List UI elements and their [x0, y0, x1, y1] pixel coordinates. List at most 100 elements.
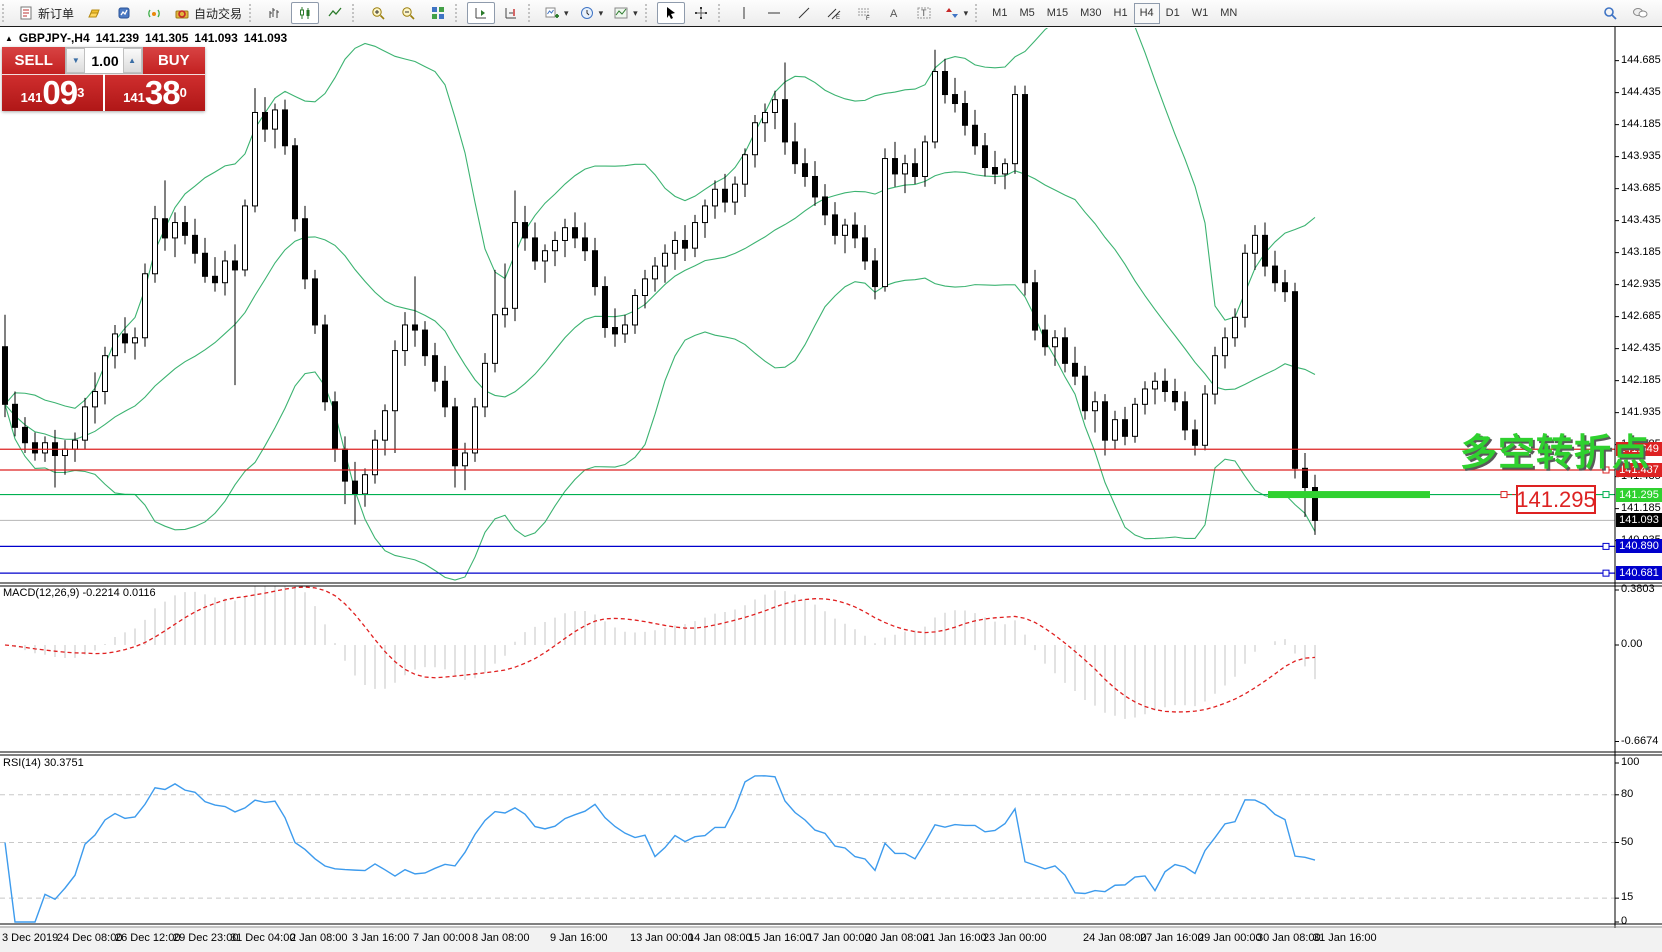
buy-price-sup: 0	[180, 78, 187, 108]
price-tag-label[interactable]: 141.295	[1516, 485, 1596, 514]
toolbar-grip	[2, 4, 11, 22]
cursor-button[interactable]	[657, 2, 685, 24]
bid-price-tag: 141.093	[1616, 513, 1662, 527]
gold-button[interactable]	[80, 2, 108, 24]
arrows-button[interactable]: ▾	[940, 2, 973, 24]
timeframe-button-M1[interactable]: M1	[986, 3, 1013, 24]
chart-canvas[interactable]	[0, 0, 1662, 952]
chat-button[interactable]	[1626, 2, 1654, 24]
time-axis-label: 26 Dec 12:00	[115, 932, 180, 944]
new-order-button[interactable]: 新订单	[14, 2, 78, 24]
hline-price-tag-140.681: 140.681	[1616, 566, 1662, 580]
text-icon: A	[886, 5, 902, 21]
channel-button[interactable]: E	[820, 2, 848, 24]
text-button[interactable]: A	[880, 2, 908, 24]
indicators-icon	[544, 5, 560, 21]
time-axis-label: 29 Dec 23:00	[173, 932, 238, 944]
fibonacci-button[interactable]: F	[850, 2, 878, 24]
svg-text:A: A	[890, 8, 898, 20]
periods-caret: ▾	[599, 8, 604, 19]
time-axis-label: 21 Jan 16:00	[923, 932, 987, 944]
sell-price-prefix: 141	[21, 87, 43, 109]
timeframe-button-D1[interactable]: D1	[1160, 3, 1186, 24]
zoom-out-button[interactable]	[394, 2, 422, 24]
auto-trading-icon	[174, 5, 190, 21]
buy-button[interactable]: BUY	[143, 47, 205, 74]
price-axis-tick: 143.685	[1621, 182, 1661, 194]
equidistant-channel-icon: E	[826, 5, 842, 21]
sell-price-big: 09	[42, 76, 77, 109]
bar-chart-icon	[267, 5, 283, 21]
search-button[interactable]	[1596, 2, 1624, 24]
line-chart-button[interactable]	[321, 2, 349, 24]
templates-caret: ▾	[633, 8, 638, 19]
volume-decrease-button[interactable]: ▼	[66, 48, 85, 73]
rsi-axis-tick: 100	[1621, 756, 1639, 768]
time-axis-label: 9 Jan 16:00	[550, 932, 608, 944]
buy-price-display[interactable]: 141380	[105, 74, 205, 111]
toolbar-grip	[528, 4, 537, 22]
auto-trading-button[interactable]: 自动交易	[170, 2, 246, 24]
timeframe-button-M30[interactable]: M30	[1074, 3, 1107, 24]
time-axis-label: 17 Jan 00:00	[807, 932, 871, 944]
hline-price-tag-141.295: 141.295	[1616, 488, 1662, 502]
auto-scroll-button[interactable]	[467, 2, 495, 24]
chat-icon	[1632, 5, 1648, 21]
candlestick-chart-button[interactable]	[291, 2, 319, 24]
zoom-in-button[interactable]	[364, 2, 392, 24]
vertical-line-icon	[736, 5, 752, 21]
timeframe-button-M5[interactable]: M5	[1013, 3, 1040, 24]
time-axis-label: 27 Jan 16:00	[1140, 932, 1204, 944]
time-axis-label: 23 Jan 00:00	[983, 932, 1047, 944]
time-axis-label: 20 Jan 08:00	[865, 932, 929, 944]
chart-shift-button[interactable]	[497, 2, 525, 24]
macd-axis-tick: 0.00	[1621, 638, 1642, 650]
cursor-icon	[663, 5, 679, 21]
indicators-button[interactable]: ▾	[540, 2, 573, 24]
rsi-axis-tick: 50	[1621, 836, 1633, 848]
text-label-button[interactable]: T	[910, 2, 938, 24]
rsi-indicator-label: RSI(14) 30.3751	[3, 757, 84, 769]
trendline-button[interactable]	[790, 2, 818, 24]
price-axis-tick: 142.435	[1621, 342, 1661, 354]
time-axis-label: 31 Jan 16:00	[1313, 932, 1377, 944]
templates-button[interactable]: ▾	[609, 2, 642, 24]
turning-point-annotation[interactable]: 多空转折点	[1460, 422, 1650, 476]
svg-text:F: F	[866, 16, 870, 21]
crosshair-button[interactable]	[687, 2, 715, 24]
time-axis-label: 15 Jan 16:00	[748, 932, 812, 944]
buy-price-prefix: 141	[123, 87, 145, 109]
time-axis[interactable]: 3 Dec 201924 Dec 08:0026 Dec 12:0029 Dec…	[0, 928, 1662, 952]
hline-price-tag-140.890: 140.890	[1616, 539, 1662, 553]
ohlc-low: 141.093	[194, 31, 237, 45]
timeframe-button-H4[interactable]: H4	[1134, 3, 1160, 24]
sell-price-display[interactable]: 141093	[2, 74, 103, 111]
timeframe-button-MN[interactable]: MN	[1214, 3, 1243, 24]
timeframe-button-W1[interactable]: W1	[1186, 3, 1215, 24]
horizontal-line-button[interactable]	[760, 2, 788, 24]
sell-price-sup: 3	[77, 78, 84, 108]
tile-windows-button[interactable]	[424, 2, 452, 24]
bar-chart-button[interactable]	[261, 2, 289, 24]
time-axis-label: 13 Jan 00:00	[630, 932, 694, 944]
time-axis-label: 30 Jan 08:00	[1257, 932, 1321, 944]
collapse-triangle-icon[interactable]: ▲	[5, 34, 13, 43]
volume-value[interactable]: 1.00	[85, 48, 122, 73]
text-label-icon: T	[916, 5, 932, 21]
price-axis-tick: 143.185	[1621, 246, 1661, 258]
market-button[interactable]	[110, 2, 138, 24]
time-axis-label: 2 Jan 08:00	[290, 932, 348, 944]
ohlc-open: 141.239	[96, 31, 139, 45]
price-axis-tick: 144.685	[1621, 54, 1661, 66]
timeframe-button-H1[interactable]: H1	[1108, 3, 1134, 24]
toolbar-grip	[455, 4, 464, 22]
timeframe-button-M15[interactable]: M15	[1041, 3, 1074, 24]
periods-button[interactable]: ▾	[575, 2, 608, 24]
vertical-line-button[interactable]	[730, 2, 758, 24]
macd-axis-tick: -0.6674	[1621, 735, 1658, 747]
signals-button[interactable]	[140, 2, 168, 24]
chart-shift-icon	[503, 5, 519, 21]
crosshair-icon	[693, 5, 709, 21]
sell-button[interactable]: SELL	[2, 47, 65, 74]
volume-increase-button[interactable]: ▲	[123, 48, 142, 73]
